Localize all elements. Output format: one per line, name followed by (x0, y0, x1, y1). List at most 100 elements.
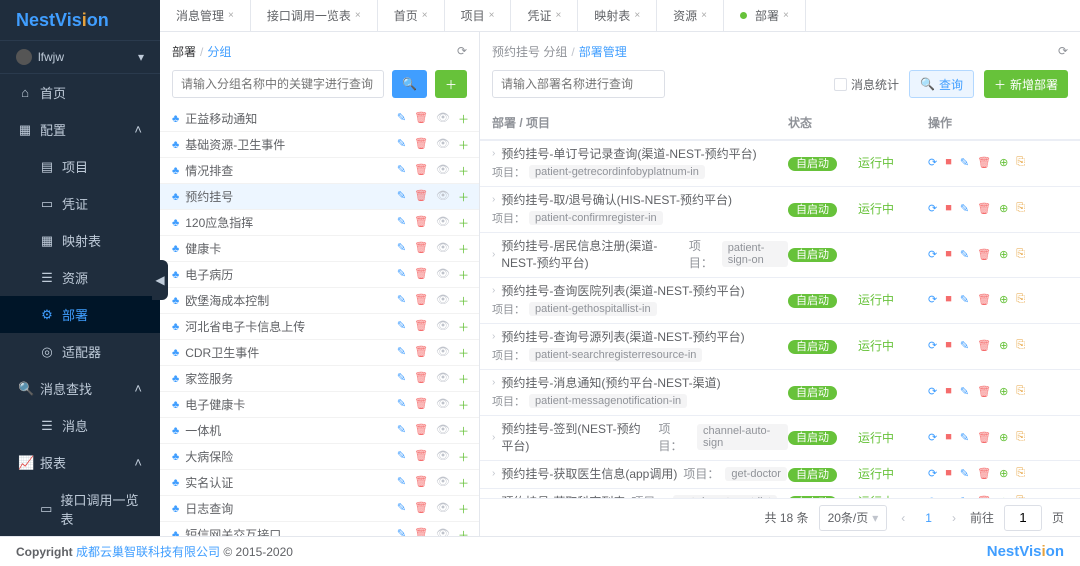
restart-icon[interactable]: ⟳ (928, 431, 937, 444)
group-item[interactable]: ♣正益移动通知✎🗑👁＋ (160, 106, 479, 132)
close-icon[interactable]: × (355, 10, 361, 21)
copy-icon[interactable]: ⎘ (1016, 385, 1025, 398)
group-item[interactable]: ♣预约挂号✎🗑👁＋ (160, 184, 479, 210)
add-icon[interactable]: ＋ (458, 111, 469, 127)
restart-icon[interactable]: ⟳ (928, 339, 937, 352)
delete-icon[interactable]: 🗑 (977, 385, 991, 398)
delete-icon[interactable]: 🗑 (414, 371, 428, 387)
delete-icon[interactable]: 🗑 (414, 397, 428, 413)
edit-icon[interactable]: ✎ (397, 137, 406, 153)
deploy-icon[interactable]: ⊕ (999, 293, 1008, 306)
stop-icon[interactable]: ■ (945, 431, 952, 444)
edit-icon[interactable]: ✎ (960, 293, 969, 306)
submenu-适配器[interactable]: ◎适配器 (0, 333, 160, 370)
submenu-凭证[interactable]: ▭凭证 (0, 185, 160, 222)
view-icon[interactable]: 👁 (436, 449, 450, 465)
group-item[interactable]: ♣实名认证✎🗑👁＋ (160, 470, 479, 496)
prev-page[interactable]: ‹ (897, 511, 909, 525)
deploy-icon[interactable]: ⊕ (999, 467, 1008, 480)
close-icon[interactable]: × (634, 10, 640, 21)
view-icon[interactable]: 👁 (436, 371, 450, 387)
delete-icon[interactable]: 🗑 (414, 475, 428, 491)
deploy-icon[interactable]: ⊕ (999, 431, 1008, 444)
close-icon[interactable]: × (783, 10, 789, 21)
edit-icon[interactable]: ✎ (960, 156, 969, 169)
add-icon[interactable]: ＋ (458, 163, 469, 179)
expand-icon[interactable]: › (492, 148, 495, 159)
group-search-button[interactable]: 🔍 (392, 70, 427, 98)
group-item[interactable]: ♣电子病历✎🗑👁＋ (160, 262, 479, 288)
copy-icon[interactable]: ⎘ (1016, 202, 1025, 215)
view-icon[interactable]: 👁 (436, 241, 450, 257)
tab-首页[interactable]: 首页× (378, 0, 445, 31)
group-search-input[interactable] (172, 70, 384, 98)
delete-icon[interactable]: 🗑 (977, 202, 991, 215)
stop-icon[interactable]: ■ (945, 467, 952, 480)
group-item[interactable]: ♣河北省电子卡信息上传✎🗑👁＋ (160, 314, 479, 340)
close-icon[interactable]: × (701, 10, 707, 21)
restart-icon[interactable]: ⟳ (928, 467, 937, 480)
delete-icon[interactable]: 🗑 (414, 163, 428, 179)
submenu-消息[interactable]: ☰消息 (0, 407, 160, 444)
add-icon[interactable]: ＋ (458, 371, 469, 387)
tab-消息管理[interactable]: 消息管理× (160, 0, 251, 31)
group-item[interactable]: ♣一体机✎🗑👁＋ (160, 418, 479, 444)
add-icon[interactable]: ＋ (458, 423, 469, 439)
restart-icon[interactable]: ⟳ (928, 248, 937, 261)
sidebar-collapse-handle[interactable]: ◀ (152, 260, 168, 300)
menu-配置[interactable]: ▦配置˄ (0, 111, 160, 148)
edit-icon[interactable]: ✎ (397, 293, 406, 309)
copy-icon[interactable]: ⎘ (1016, 248, 1025, 261)
edit-icon[interactable]: ✎ (960, 467, 969, 480)
edit-icon[interactable]: ✎ (397, 475, 406, 491)
refresh-icon[interactable]: ⟳ (457, 44, 467, 58)
copy-icon[interactable]: ⎘ (1016, 467, 1025, 480)
close-icon[interactable]: × (555, 10, 561, 21)
delete-icon[interactable]: 🗑 (977, 431, 991, 444)
add-icon[interactable]: ＋ (458, 501, 469, 517)
add-icon[interactable]: ＋ (458, 267, 469, 283)
group-item[interactable]: ♣120应急指挥✎🗑👁＋ (160, 210, 479, 236)
add-icon[interactable]: ＋ (458, 293, 469, 309)
delete-icon[interactable]: 🗑 (977, 293, 991, 306)
view-icon[interactable]: 👁 (436, 215, 450, 231)
restart-icon[interactable]: ⟳ (928, 293, 937, 306)
view-icon[interactable]: 👁 (436, 163, 450, 179)
edit-icon[interactable]: ✎ (397, 449, 406, 465)
edit-icon[interactable]: ✎ (397, 345, 406, 361)
group-item[interactable]: ♣日志查询✎🗑👁＋ (160, 496, 479, 522)
edit-icon[interactable]: ✎ (397, 397, 406, 413)
edit-icon[interactable]: ✎ (960, 202, 969, 215)
edit-icon[interactable]: ✎ (960, 431, 969, 444)
close-icon[interactable]: × (228, 10, 234, 21)
stop-icon[interactable]: ■ (945, 339, 952, 352)
stop-icon[interactable]: ■ (945, 202, 952, 215)
menu-首页[interactable]: ⌂首页 (0, 74, 160, 111)
submenu-资源[interactable]: ☰资源 (0, 259, 160, 296)
restart-icon[interactable]: ⟳ (928, 202, 937, 215)
edit-icon[interactable]: ✎ (397, 267, 406, 283)
add-icon[interactable]: ＋ (458, 345, 469, 361)
group-item[interactable]: ♣CDR卫生事件✎🗑👁＋ (160, 340, 479, 366)
edit-icon[interactable]: ✎ (960, 248, 969, 261)
delete-icon[interactable]: 🗑 (414, 345, 428, 361)
deploy-icon[interactable]: ⊕ (999, 339, 1008, 352)
tab-部署[interactable]: 部署× (724, 0, 806, 31)
footer-company-link[interactable]: 成都云巢智联科技有限公司 (76, 543, 220, 560)
delete-icon[interactable]: 🗑 (977, 156, 991, 169)
submenu-项目[interactable]: ▤项目 (0, 148, 160, 185)
delete-icon[interactable]: 🗑 (414, 319, 428, 335)
edit-icon[interactable]: ✎ (397, 241, 406, 257)
view-icon[interactable]: 👁 (436, 423, 450, 439)
add-icon[interactable]: ＋ (458, 215, 469, 231)
view-icon[interactable]: 👁 (436, 475, 450, 491)
stop-icon[interactable]: ■ (945, 248, 952, 261)
stats-checkbox[interactable]: 消息统计 (834, 76, 899, 93)
copy-icon[interactable]: ⎘ (1016, 156, 1025, 169)
restart-icon[interactable]: ⟳ (928, 156, 937, 169)
add-icon[interactable]: ＋ (458, 319, 469, 335)
group-add-button[interactable]: ＋ (435, 70, 467, 98)
delete-icon[interactable]: 🗑 (414, 449, 428, 465)
add-icon[interactable]: ＋ (458, 397, 469, 413)
delete-icon[interactable]: 🗑 (414, 111, 428, 127)
